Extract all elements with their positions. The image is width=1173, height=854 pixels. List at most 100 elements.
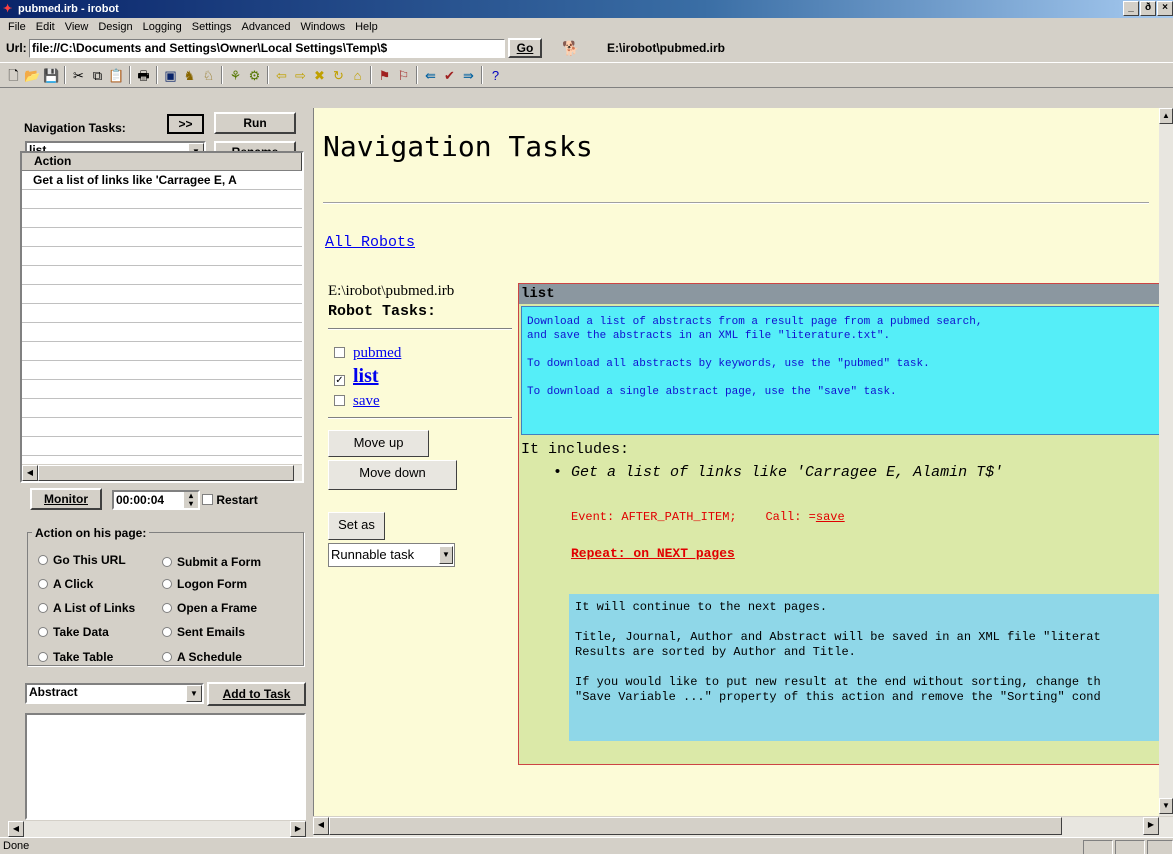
step-back-icon[interactable]: ⇚ [421, 66, 440, 85]
radio-submit-form[interactable]: Submit a Form [162, 555, 261, 569]
open-folder-icon[interactable]: 📂 [23, 66, 42, 85]
radio-open-frame[interactable]: Open a Frame [162, 601, 257, 615]
robot-stop-icon[interactable]: ♘ [199, 66, 218, 85]
menu-advanced[interactable]: Advanced [242, 18, 291, 36]
radio-icon[interactable] [38, 603, 48, 613]
all-robots-link[interactable]: All Robots [325, 234, 415, 251]
action-list[interactable]: Action Get a list of links like 'Carrage… [20, 151, 304, 483]
menu-file[interactable]: File [8, 18, 26, 36]
task-link[interactable]: save [353, 393, 380, 409]
left-panel-scrollbar[interactable]: ◀ ▶ [8, 820, 306, 837]
home-icon[interactable]: ⌂ [348, 66, 367, 85]
set-as-button[interactable]: Set as [328, 512, 385, 540]
menu-view[interactable]: View [65, 18, 89, 36]
radio-icon[interactable] [162, 603, 172, 613]
menu-settings[interactable]: Settings [192, 18, 232, 36]
scroll-left-icon[interactable]: ◀ [8, 821, 24, 837]
spinner-icon[interactable]: ▴ ▾ [184, 492, 198, 508]
task-pubmed[interactable]: pubmed [334, 345, 401, 362]
restart-check-icon[interactable] [202, 494, 213, 505]
print-icon[interactable]: 🖶 [134, 66, 153, 85]
time-field[interactable]: 00:00:04 ▴ ▾ [112, 490, 200, 510]
task-checkbox[interactable] [334, 395, 345, 406]
robot-run-icon[interactable]: ♞ [180, 66, 199, 85]
paste-icon[interactable]: 📋 [107, 66, 126, 85]
task-link[interactable]: list [353, 365, 379, 387]
scroll-right-icon[interactable]: ▶ [290, 821, 306, 837]
move-up-button[interactable]: Move up [328, 430, 429, 457]
repeat-next-pages-link[interactable]: Repeat: on NEXT pages [571, 546, 735, 561]
task-save[interactable]: save [334, 393, 380, 410]
tree-icon[interactable]: ⚘ [226, 66, 245, 85]
task-checkbox[interactable]: ✓ [334, 375, 345, 386]
action-text-area[interactable] [25, 713, 306, 820]
radio-take-data[interactable]: Take Data [38, 625, 109, 639]
radio-icon[interactable] [162, 652, 172, 662]
go-button[interactable]: Go [508, 38, 542, 58]
radio-take-table[interactable]: Take Table [38, 650, 113, 664]
maximize-button[interactable]: ð [1140, 1, 1156, 16]
monitor-button[interactable]: Monitor [30, 488, 102, 510]
expand-button[interactable]: >> [167, 114, 204, 134]
radio-icon[interactable] [38, 627, 48, 637]
menu-help[interactable]: Help [355, 18, 378, 36]
cut-icon[interactable]: ✂ [69, 66, 88, 85]
chevron-down-icon[interactable]: ▼ [186, 685, 202, 702]
scroll-thumb[interactable] [329, 817, 1062, 835]
radio-icon[interactable] [162, 579, 172, 589]
scroll-left-icon[interactable]: ◀ [22, 465, 38, 481]
task-list[interactable]: ✓ list [334, 365, 379, 388]
menu-edit[interactable]: Edit [36, 18, 55, 36]
action-column-header[interactable]: Action [22, 153, 302, 171]
task-link[interactable]: pubmed [353, 345, 401, 361]
url-input[interactable]: file://C:\Documents and Settings\Owner\L… [29, 39, 505, 58]
radio-logon-form[interactable]: Logon Form [162, 577, 247, 591]
move-down-button[interactable]: Move down [328, 460, 457, 490]
radio-icon[interactable] [38, 555, 48, 565]
tree-edit-icon[interactable]: ⚙ [245, 66, 264, 85]
close-button[interactable]: × [1157, 1, 1173, 16]
radio-list-of-links[interactable]: A List of Links [38, 601, 135, 615]
radio-icon[interactable] [162, 627, 172, 637]
radio-go-this-url[interactable]: Go This URL [38, 553, 126, 567]
task-checkbox[interactable] [334, 347, 345, 358]
radio-icon[interactable] [38, 579, 48, 589]
window-icon[interactable]: ▣ [161, 66, 180, 85]
stop-icon[interactable]: ✖ [310, 66, 329, 85]
add-to-task-button[interactable]: Add to Task [207, 682, 306, 706]
content-horizontal-scrollbar[interactable]: ◀ ▶ [313, 816, 1173, 837]
back-arrow-icon[interactable]: ⇦ [272, 66, 291, 85]
save-icon[interactable]: 💾 [42, 66, 61, 85]
menu-logging[interactable]: Logging [143, 18, 182, 36]
mark-icon[interactable]: ✔ [440, 66, 459, 85]
list-item[interactable]: Get a list of links like 'Carragee E, A [22, 171, 302, 190]
run-button[interactable]: Run [214, 112, 296, 134]
splitter[interactable] [306, 107, 312, 837]
radio-schedule[interactable]: A Schedule [162, 650, 242, 664]
scroll-up-icon[interactable]: ▲ [1159, 108, 1173, 124]
scroll-thumb[interactable] [38, 465, 294, 481]
minimize-button[interactable]: _ [1123, 1, 1139, 16]
restart-checkbox[interactable]: Restart [202, 493, 258, 507]
chevron-down-icon[interactable]: ▼ [439, 546, 453, 564]
call-save-link[interactable]: save [816, 510, 845, 524]
scroll-down-icon[interactable]: ▼ [1159, 798, 1173, 814]
menu-windows[interactable]: Windows [300, 18, 345, 36]
capture-icon[interactable]: ⚑ [375, 66, 394, 85]
radio-sent-emails[interactable]: Sent Emails [162, 625, 245, 639]
capture-all-icon[interactable]: ⚐ [394, 66, 413, 85]
refresh-icon[interactable]: ↻ [329, 66, 348, 85]
new-file-icon[interactable]: 🗋 [4, 66, 23, 85]
content-vertical-scrollbar[interactable]: ▲ ▼ [1159, 108, 1173, 816]
menu-design[interactable]: Design [98, 18, 132, 36]
forward-arrow-icon[interactable]: ⇨ [291, 66, 310, 85]
step-into-icon[interactable]: ⇛ [459, 66, 478, 85]
scroll-right-icon[interactable]: ▶ [1143, 817, 1159, 835]
radio-a-click[interactable]: A Click [38, 577, 93, 591]
task-type-select[interactable]: Runnable task ▼ [328, 543, 455, 567]
action-list-scrollbar[interactable]: ◀ [22, 464, 302, 481]
scroll-left-icon[interactable]: ◀ [313, 817, 329, 835]
help-icon[interactable]: ? [486, 66, 505, 85]
radio-icon[interactable] [38, 652, 48, 662]
radio-icon[interactable] [162, 557, 172, 567]
